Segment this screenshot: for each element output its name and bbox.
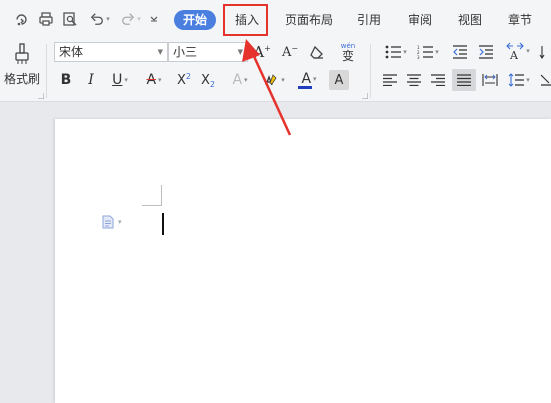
underline-icon[interactable]: U ▾ xyxy=(106,70,134,90)
decrease-indent-icon[interactable] xyxy=(450,42,470,62)
font-size-select[interactable]: 小三 ▼ xyxy=(168,42,248,62)
italic-icon[interactable]: I xyxy=(81,70,101,90)
font-size-value: 小三 xyxy=(173,45,198,59)
save-icon[interactable] xyxy=(13,9,31,29)
ribbon-separator xyxy=(46,44,47,98)
font-name-select[interactable]: 宋体 ▼ xyxy=(54,42,168,62)
redo-icon[interactable]: ▾ xyxy=(119,9,143,29)
borders-icon[interactable] xyxy=(538,70,551,90)
tab-review[interactable]: 审阅 xyxy=(406,10,434,30)
svg-text:3: 3 xyxy=(417,55,420,59)
numbering-icon[interactable]: 1 2 3 ▾ xyxy=(414,42,442,62)
grow-font-icon[interactable]: A + xyxy=(251,42,273,62)
char-shading-icon[interactable]: A xyxy=(329,70,349,90)
justify-icon[interactable] xyxy=(452,69,476,91)
font-color-icon[interactable]: A ▾ xyxy=(294,70,324,90)
align-center-icon[interactable] xyxy=(404,70,424,90)
line-spacing-icon[interactable]: ▾ xyxy=(504,70,534,90)
font-name-value: 宋体 xyxy=(59,45,84,59)
phonetic-guide-button[interactable]: wén 变 xyxy=(332,40,364,64)
increase-indent-icon[interactable] xyxy=(476,42,496,62)
align-left-icon[interactable] xyxy=(380,70,400,90)
customize-toolbar-icon[interactable] xyxy=(146,9,162,29)
font-launcher-icon[interactable] xyxy=(361,92,369,100)
superscript-icon[interactable]: X2 xyxy=(174,70,194,90)
subscript-icon[interactable]: X2 xyxy=(198,70,218,90)
shrink-font-icon[interactable]: A − xyxy=(279,42,301,62)
bullets-icon[interactable]: ▾ xyxy=(382,42,410,62)
bold-icon[interactable]: B xyxy=(56,70,76,90)
clear-format-icon[interactable] xyxy=(306,42,328,62)
tab-chapter[interactable]: 章节 xyxy=(506,10,534,30)
text-cursor xyxy=(162,213,164,235)
chevron-down-icon: ▼ xyxy=(157,48,163,56)
format-painter-icon[interactable] xyxy=(2,42,42,66)
margin-corner-mark xyxy=(142,205,162,206)
tab-bar: ▾ ▾ 开始 插入 页面布局 引用 审阅 视图 章节 xyxy=(0,0,551,38)
align-right-icon[interactable] xyxy=(428,70,448,90)
chevron-down-icon: ▼ xyxy=(237,48,243,56)
print-icon[interactable] xyxy=(36,9,56,29)
svg-text:A: A xyxy=(509,49,519,60)
clipboard-launcher-icon[interactable] xyxy=(37,92,45,100)
paragraph-marker-icon[interactable]: ▾ xyxy=(101,215,122,229)
distributed-icon[interactable] xyxy=(480,70,500,90)
format-painter-label[interactable]: 格式刷 xyxy=(0,70,44,86)
phonetic-char: 变 xyxy=(341,48,354,63)
insert-tab-highlight xyxy=(223,4,268,36)
undo-icon[interactable]: ▾ xyxy=(86,9,114,29)
tab-view[interactable]: 视图 xyxy=(456,10,484,30)
document-page[interactable] xyxy=(55,119,551,403)
wps-writer-window: ▾ ▾ 开始 插入 页面布局 引用 审阅 视图 章节 格式刷 宋体 ▼ 小三 ▼… xyxy=(0,0,551,403)
text-direction-icon[interactable]: A ▾ xyxy=(503,40,533,62)
tab-references[interactable]: 引用 xyxy=(355,10,383,30)
strikethrough-icon[interactable]: A ▾ xyxy=(140,70,168,90)
text-effect-icon[interactable]: A ▾ xyxy=(226,70,254,90)
sort-icon[interactable] xyxy=(538,42,551,62)
tab-start[interactable]: 开始 xyxy=(174,10,217,30)
print-preview-icon[interactable] xyxy=(60,9,80,29)
ribbon-separator xyxy=(370,44,371,98)
highlight-icon[interactable]: ▾ xyxy=(258,70,290,90)
margin-corner-mark xyxy=(161,185,162,205)
ribbon-home: 格式刷 宋体 ▼ 小三 ▼ A + A − wén 变 B I U ▾ A ▾ X2 X… xyxy=(0,38,551,102)
tab-page-layout[interactable]: 页面布局 xyxy=(283,10,335,30)
